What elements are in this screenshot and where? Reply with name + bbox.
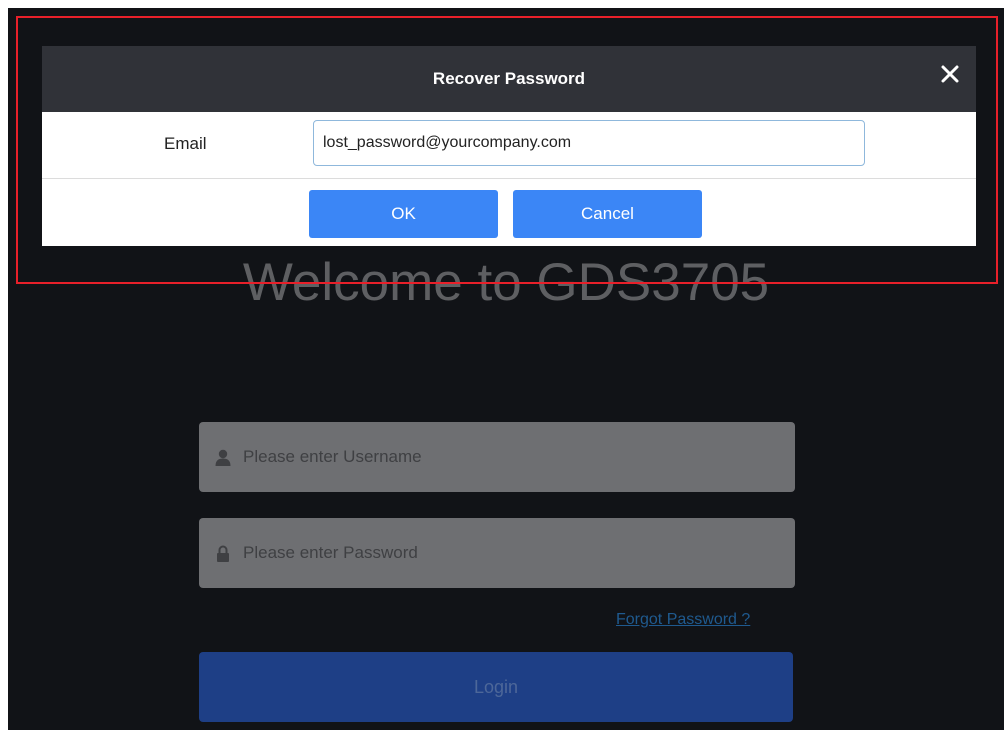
email-label: Email <box>164 134 207 153</box>
dialog-title: Recover Password <box>432 69 586 88</box>
dialog-body: Email <box>42 112 976 179</box>
dialog-footer: OK Cancel <box>42 179 976 246</box>
close-icon[interactable] <box>940 64 960 84</box>
login-button[interactable]: Login <box>199 652 793 722</box>
password-field[interactable]: Please enter Password <box>199 518 795 588</box>
username-field[interactable]: Please enter Username <box>199 422 795 492</box>
forgot-password-link[interactable]: Forgot Password ? <box>616 611 750 629</box>
dialog-header: Recover Password <box>42 46 976 112</box>
recover-password-dialog: Recover Password Email OK Cancel <box>42 46 976 246</box>
lock-icon <box>215 544 231 562</box>
username-placeholder: Please enter Username <box>243 447 422 466</box>
email-input[interactable] <box>313 120 865 166</box>
welcome-heading: Welcome to GDS3705 <box>242 253 770 312</box>
ok-button[interactable]: OK <box>309 190 498 238</box>
user-icon <box>215 448 231 466</box>
cancel-button[interactable]: Cancel <box>513 190 702 238</box>
password-placeholder: Please enter Password <box>243 543 418 562</box>
